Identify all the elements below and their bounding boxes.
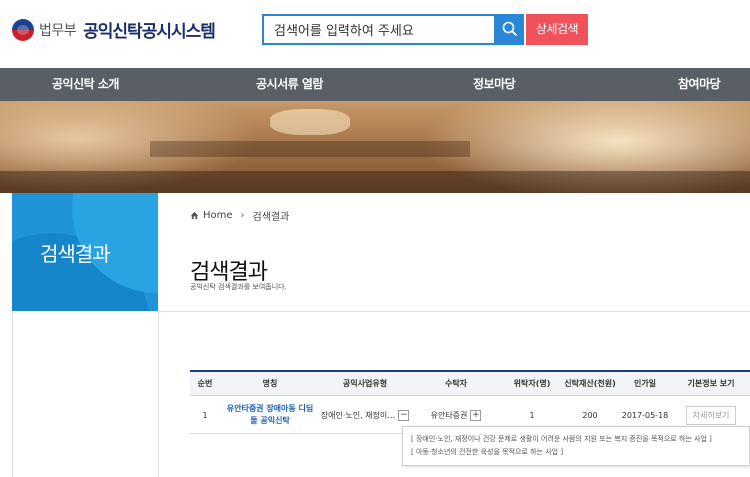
trustee-name: 유안타증권 <box>430 410 468 420</box>
tooltip-line: [ 장애인·노인, 재정이나 건강 문제로 생활이 어려운 사람의 지원 또는 … <box>411 435 712 443</box>
view-detail-button[interactable]: 자세히보기 <box>685 405 737 425</box>
business-type-tooltip: [ 장애인·노인, 재정이나 건강 문제로 생활이 어려운 사람의 지원 또는 … <box>402 426 750 466</box>
search-input[interactable] <box>264 16 494 43</box>
row-number: 1 <box>202 410 208 420</box>
column-header: 명칭 <box>262 379 278 388</box>
column-header: 위탁자(명) <box>513 379 551 388</box>
trust-name-link[interactable]: 유안타증권 장애아동 디딤 돌 공익신탁 <box>227 403 314 427</box>
header: 법무부 공익신탁공시시스템 상세검색 <box>0 0 750 68</box>
column-header: 신탁재산(천원) <box>564 379 616 388</box>
trust-name-line: 유안타증권 장애아동 디딤 <box>226 404 314 413</box>
collapse-minus-icon[interactable]: − <box>398 409 410 421</box>
nav-item-documents[interactable]: 공시서류 열람 <box>256 68 323 101</box>
hero-banner <box>0 101 750 193</box>
breadcrumb: Home › 검색결과 <box>190 208 289 223</box>
search-icon <box>502 21 518 37</box>
column-header: 인가일 <box>633 379 657 388</box>
business-type-cell: 장애인·노인, 재정이… − <box>320 396 410 434</box>
home-icon <box>190 211 199 220</box>
table-header: 순번 명칭 공익사업유형 수탁자 위탁자(명) 신탁재산(천원) 인가일 기본정… <box>190 370 750 396</box>
search-button[interactable] <box>496 14 524 45</box>
trust-name-line: 돌 공익신탁 <box>250 416 290 425</box>
chevron-right-icon: › <box>240 210 245 221</box>
system-name: 공익신탁공시시스템 <box>83 22 216 42</box>
nav-item-participation[interactable]: 참여마당 <box>678 68 721 101</box>
side-title-box: 검색결과 <box>12 193 158 311</box>
search-box <box>262 14 496 45</box>
nav-item-info[interactable]: 정보마당 <box>473 68 516 101</box>
business-type: 장애인·노인, 재정이… <box>320 410 396 420</box>
column-header: 기본정보 보기 <box>687 379 735 388</box>
government-emblem-icon <box>12 18 34 41</box>
column-header: 순번 <box>197 379 213 388</box>
side-title: 검색결과 <box>40 242 111 266</box>
logo[interactable]: 법무부 공익신탁공시시스템 <box>12 17 216 42</box>
expand-plus-icon[interactable]: + <box>470 409 482 421</box>
breadcrumb-home[interactable]: Home <box>203 210 233 221</box>
column-header: 공익사업유형 <box>342 379 388 388</box>
divider <box>159 311 750 312</box>
main-nav: 공익신탁 소개 공시서류 열람 정보마당 참여마당 <box>0 68 750 101</box>
page-subtitle: 공익신탁 검색결과를 보여줍니다. <box>190 283 287 291</box>
advanced-search-button[interactable]: 상세검색 <box>526 14 588 45</box>
tooltip-line: [ 아동·청소년의 건전한 육성을 목적으로 하는 사업 ] <box>411 448 564 456</box>
column-header: 수탁자 <box>444 379 468 388</box>
trust-name-cell: 유안타증권 장애아동 디딤 돌 공익신탁 <box>220 396 320 434</box>
nav-item-intro[interactable]: 공익신탁 소개 <box>52 68 119 101</box>
divider <box>12 311 13 477</box>
ministry-name: 법무부 <box>39 22 77 39</box>
divider <box>158 311 159 477</box>
breadcrumb-current: 검색결과 <box>252 212 290 223</box>
